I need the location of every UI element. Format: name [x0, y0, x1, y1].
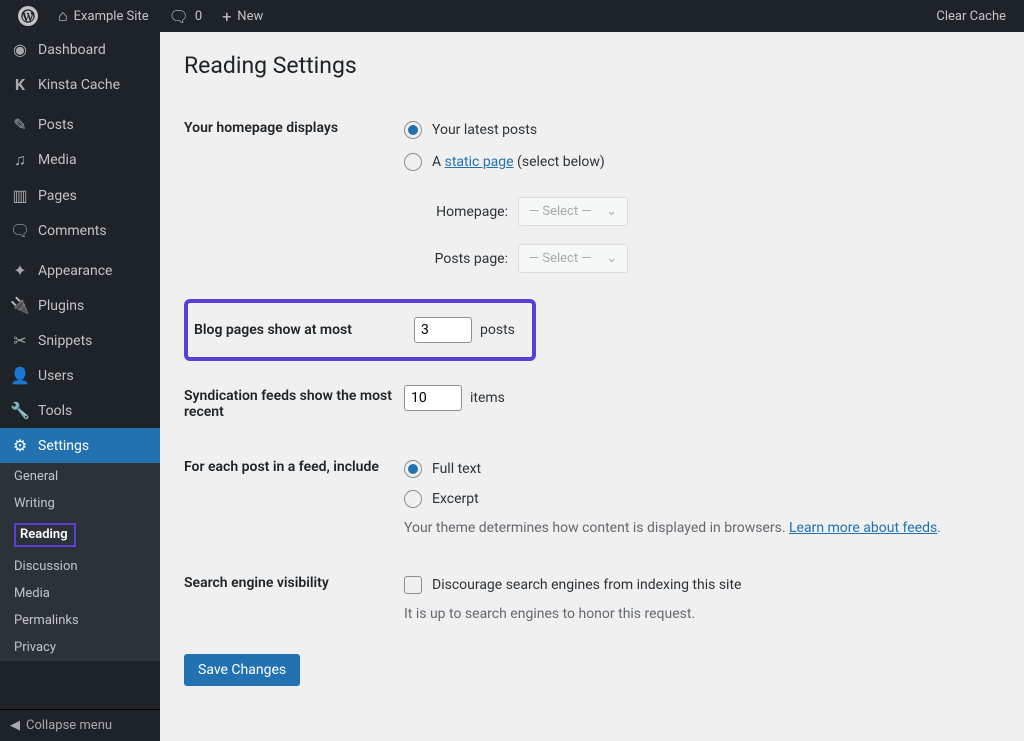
sub-media[interactable]: Media — [0, 580, 160, 607]
row-homepage-displays: Your homepage displays Your latest posts… — [184, 99, 1000, 299]
main-content: Reading Settings Your homepage displays … — [160, 32, 1024, 741]
sidebar-item-snippets[interactable]: ✂ Snippets — [0, 323, 160, 358]
sidebar-item-plugins[interactable]: 🔌 Plugins — [0, 288, 160, 323]
discourage-search-checkbox[interactable] — [404, 576, 422, 594]
sidebar-label: Kinsta Cache — [38, 77, 120, 93]
feed-description: Your theme determines how content is dis… — [404, 512, 1000, 536]
homepage-displays-label: Your homepage displays — [184, 117, 404, 136]
comments-icon: 🗨 — [10, 221, 30, 240]
site-name-link[interactable]: ⌂ Example Site — [50, 0, 157, 32]
home-icon: ⌂ — [58, 6, 68, 26]
excerpt-label: Excerpt — [432, 491, 479, 507]
clear-cache-link[interactable]: Clear Cache — [928, 0, 1014, 32]
comments-link[interactable]: 🗨 0 — [161, 0, 211, 32]
admin-bar: ⌂ Example Site 🗨 0 + New Clear Cache — [0, 0, 1024, 32]
posts-page-select-label: Posts page: — [424, 251, 508, 267]
radio-static-page-label: A static page (select below) — [432, 154, 605, 170]
sidebar-label: Appearance — [38, 263, 112, 279]
blog-pages-label: Blog pages show at most — [194, 322, 414, 338]
sidebar-label: Snippets — [38, 333, 92, 349]
sidebar-label: Media — [38, 152, 77, 168]
sidebar-item-users[interactable]: 👤 Users — [0, 358, 160, 393]
comment-icon: 🗨 — [169, 7, 189, 26]
feed-include-label: For each post in a feed, include — [184, 456, 404, 475]
sidebar-label: Dashboard — [38, 42, 106, 58]
posts-per-page-input[interactable] — [414, 317, 472, 343]
posts-suffix: posts — [480, 322, 515, 338]
posts-page-select[interactable]: — Select — ⌄ — [518, 244, 628, 273]
sidebar-label: Settings — [38, 438, 89, 454]
sidebar-label: Tools — [38, 403, 72, 419]
pages-icon: ▥ — [10, 186, 30, 205]
sidebar-item-comments[interactable]: 🗨 Comments — [0, 213, 160, 248]
homepage-select-label: Homepage: — [424, 204, 508, 220]
sidebar-item-kinsta-cache[interactable]: K Kinsta Cache — [0, 67, 160, 102]
new-content-link[interactable]: + New — [214, 0, 271, 32]
syndication-label: Syndication feeds show the most recent — [184, 385, 404, 420]
learn-feeds-link[interactable]: Learn more about feeds — [789, 520, 937, 536]
radio-latest-posts-label: Your latest posts — [432, 122, 537, 138]
syndication-items-input[interactable] — [404, 385, 462, 411]
pin-icon: ✎ — [10, 115, 30, 134]
radio-full-text[interactable] — [404, 460, 422, 478]
settings-icon: ⚙ — [10, 436, 30, 455]
sub-reading[interactable]: Reading — [0, 517, 160, 553]
discourage-search-label: Discourage search engines from indexing … — [432, 577, 741, 593]
sidebar-label: Users — [38, 368, 74, 384]
snippets-icon: ✂ — [10, 331, 30, 350]
sidebar-label: Comments — [38, 223, 107, 239]
row-syndication: Syndication feeds show the most recent i… — [184, 367, 1000, 438]
dashboard-icon: ◉ — [10, 40, 30, 59]
admin-sidebar: ◉ Dashboard K Kinsta Cache ✎ Posts ♫ Med… — [0, 32, 160, 741]
collapse-icon: ◀ — [10, 718, 20, 733]
sub-permalinks[interactable]: Permalinks — [0, 607, 160, 634]
search-visibility-label: Search engine visibility — [184, 572, 404, 591]
sub-general[interactable]: General — [0, 463, 160, 490]
plus-icon: + — [222, 7, 231, 26]
search-desc: It is up to search engines to honor this… — [404, 598, 1000, 622]
sub-privacy[interactable]: Privacy — [0, 634, 160, 661]
sidebar-item-settings[interactable]: ⚙ Settings — [0, 428, 160, 463]
full-text-label: Full text — [432, 461, 481, 477]
homepage-select[interactable]: — Select — ⌄ — [518, 197, 628, 226]
new-label: New — [237, 9, 263, 24]
page-title: Reading Settings — [184, 52, 1000, 79]
sub-discussion[interactable]: Discussion — [0, 553, 160, 580]
radio-latest-posts[interactable] — [404, 121, 422, 139]
sub-writing[interactable]: Writing — [0, 490, 160, 517]
collapse-menu[interactable]: ◀ Collapse menu — [0, 709, 160, 741]
save-button[interactable]: Save Changes — [184, 654, 300, 686]
plugins-icon: 🔌 — [10, 296, 30, 315]
site-name: Example Site — [74, 9, 149, 24]
wp-logo[interactable] — [10, 0, 46, 32]
sidebar-label: Pages — [38, 188, 77, 204]
comments-count: 0 — [195, 9, 202, 24]
sidebar-item-media[interactable]: ♫ Media — [0, 142, 160, 178]
items-suffix: items — [470, 390, 505, 406]
kinsta-icon: K — [10, 75, 30, 94]
radio-excerpt[interactable] — [404, 490, 422, 508]
blog-pages-highlight: Blog pages show at most posts — [184, 299, 536, 361]
row-feed-include: For each post in a feed, include Full te… — [184, 438, 1000, 554]
chevron-down-icon: ⌄ — [606, 204, 617, 219]
row-search-visibility: Search engine visibility Discourage sear… — [184, 554, 1000, 640]
users-icon: 👤 — [10, 366, 30, 385]
static-page-link[interactable]: static page — [445, 154, 514, 170]
sidebar-label: Plugins — [38, 298, 84, 314]
sidebar-item-tools[interactable]: 🔧 Tools — [0, 393, 160, 428]
sidebar-label: Posts — [38, 117, 74, 133]
sidebar-item-posts[interactable]: ✎ Posts — [0, 107, 160, 142]
sidebar-item-appearance[interactable]: ✦ Appearance — [0, 253, 160, 288]
tools-icon: 🔧 — [10, 401, 30, 420]
appearance-icon: ✦ — [10, 261, 30, 280]
radio-static-page[interactable] — [404, 153, 422, 171]
settings-submenu: General Writing Reading Discussion Media… — [0, 463, 160, 661]
media-icon: ♫ — [10, 150, 30, 170]
chevron-down-icon: ⌄ — [606, 251, 617, 266]
sidebar-item-pages[interactable]: ▥ Pages — [0, 178, 160, 213]
sidebar-item-dashboard[interactable]: ◉ Dashboard — [0, 32, 160, 67]
